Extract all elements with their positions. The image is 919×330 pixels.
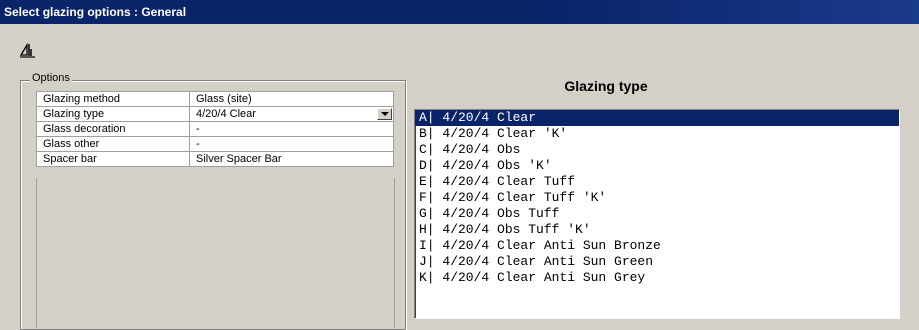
glazing-type-value: 4/20/4 Clear [196,108,256,120]
list-item[interactable]: B| 4/20/4 Clear 'K' [415,126,899,142]
list-item[interactable]: D| 4/20/4 Obs 'K' [415,158,899,174]
grid-label: Glazing method [36,91,190,107]
list-item[interactable]: A| 4/20/4 Clear [415,110,899,126]
list-item[interactable]: K| 4/20/4 Clear Anti Sun Grey [415,270,899,286]
list-item[interactable]: E| 4/20/4 Clear Tuff [415,174,899,190]
list-item[interactable]: H| 4/20/4 Obs Tuff 'K' [415,222,899,238]
list-item[interactable]: F| 4/20/4 Clear Tuff 'K' [415,190,899,206]
grid-empty-area [36,178,395,328]
list-item[interactable]: G| 4/20/4 Obs Tuff [415,206,899,222]
grid-label: Glass decoration [36,121,190,137]
grid-row-glazing-method[interactable]: Glazing method Glass (site) [36,91,394,107]
chevron-down-icon[interactable] [377,108,392,120]
list-item[interactable]: C| 4/20/4 Obs [415,142,899,158]
glazing-type-listbox[interactable]: A| 4/20/4 Clear B| 4/20/4 Clear 'K' C| 4… [414,109,900,319]
grid-label: Spacer bar [36,151,190,167]
glazing-type-combo[interactable]: 4/20/4 Clear [189,106,394,122]
window-title-bar: Select glazing options : General [0,0,919,24]
properties-icon[interactable] [18,40,38,60]
window-title: Select glazing options : General [4,5,187,19]
glass-other-value[interactable]: - [189,136,394,152]
glazing-method-value[interactable]: Glass (site) [189,91,394,107]
grid-row-glass-other[interactable]: Glass other - [36,136,394,152]
properties-icon-glyph [19,42,35,58]
list-item[interactable]: I| 4/20/4 Clear Anti Sun Bronze [415,238,899,254]
grid-row-glass-decoration[interactable]: Glass decoration - [36,121,394,137]
grid-row-glazing-type[interactable]: Glazing type 4/20/4 Clear [36,106,394,122]
spacer-bar-value[interactable]: Silver Spacer Bar [189,151,394,167]
list-item[interactable]: J| 4/20/4 Clear Anti Sun Green [415,254,899,270]
glazing-list-title: Glazing type [564,78,648,94]
options-group-label: Options [30,72,72,84]
grid-row-spacer-bar[interactable]: Spacer bar Silver Spacer Bar [36,151,394,167]
grid-label: Glass other [36,136,190,152]
grid-label: Glazing type [36,106,190,122]
glass-decoration-value[interactable]: - [189,121,394,137]
options-grid: Glazing method Glass (site) Glazing type… [36,91,394,167]
